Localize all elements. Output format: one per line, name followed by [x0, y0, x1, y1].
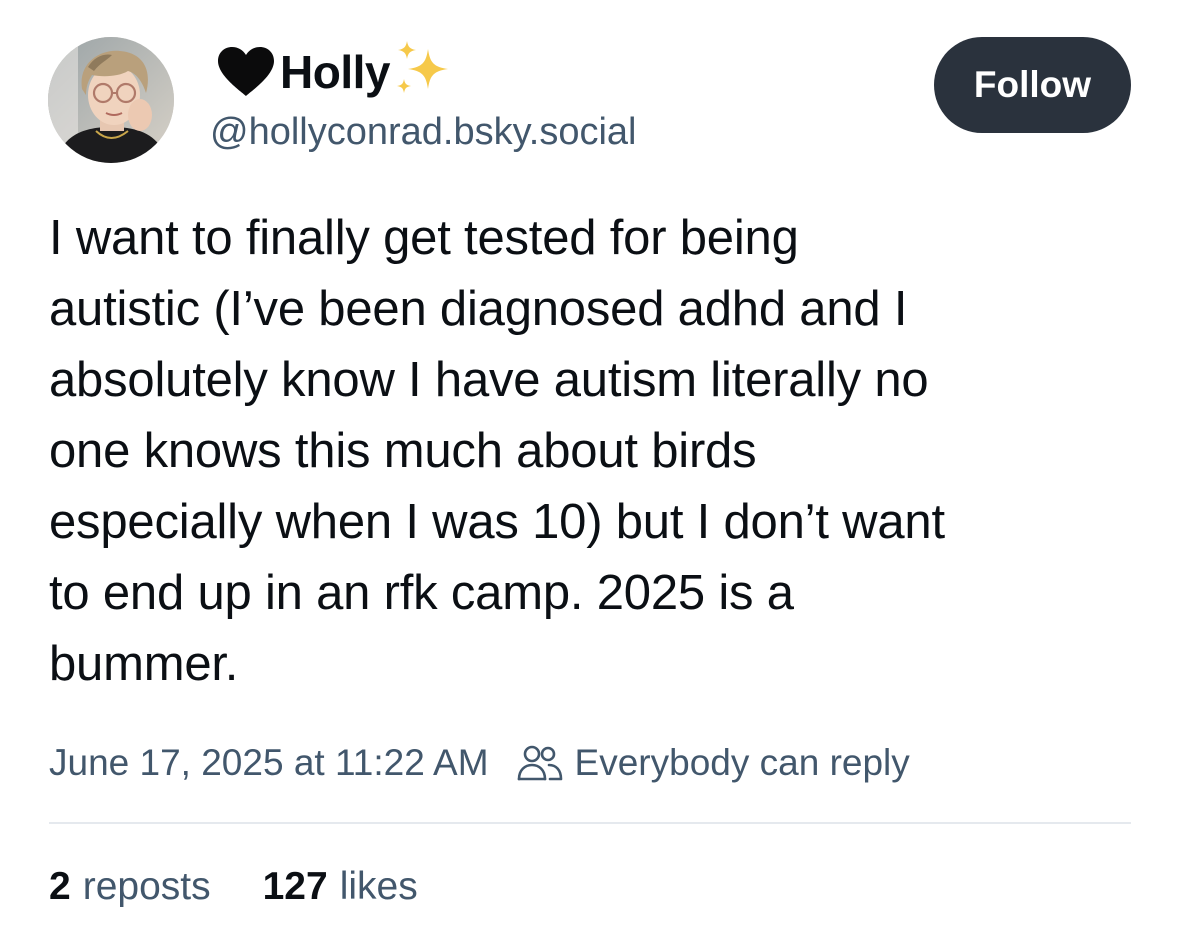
engagement-stats: 2 reposts 127 likes — [49, 862, 418, 912]
post-text: I want to finally get tested for being a… — [49, 211, 945, 691]
reposts-count: 2 — [49, 865, 71, 908]
likes-label: likes — [339, 865, 418, 908]
sparkles-icon — [392, 39, 454, 99]
post-thread-item: Holly @hollyconrad.bsky.social Follow I … — [0, 0, 1179, 938]
post-meta-row: June 17, 2025 at 11:22 AM Everybody can … — [49, 738, 910, 788]
avatar[interactable] — [48, 37, 174, 163]
reposts-stat[interactable]: 2 reposts — [49, 865, 211, 909]
divider — [49, 822, 1131, 824]
display-name: Holly — [280, 46, 390, 98]
post-timestamp: June 17, 2025 at 11:22 AM — [49, 742, 489, 783]
author-handle[interactable]: @hollyconrad.bsky.social — [210, 108, 637, 156]
display-name-row[interactable]: Holly — [214, 39, 454, 102]
people-icon — [517, 743, 563, 783]
reply-setting[interactable]: Everybody can reply — [517, 742, 910, 784]
reply-setting-label: Everybody can reply — [574, 742, 910, 783]
likes-count: 127 — [262, 865, 328, 908]
avatar-photo — [48, 37, 174, 163]
follow-button[interactable]: Follow — [934, 37, 1131, 133]
reposts-label: reposts — [82, 865, 211, 908]
black-heart-icon — [214, 44, 278, 100]
likes-stat[interactable]: 127 likes — [263, 865, 418, 909]
